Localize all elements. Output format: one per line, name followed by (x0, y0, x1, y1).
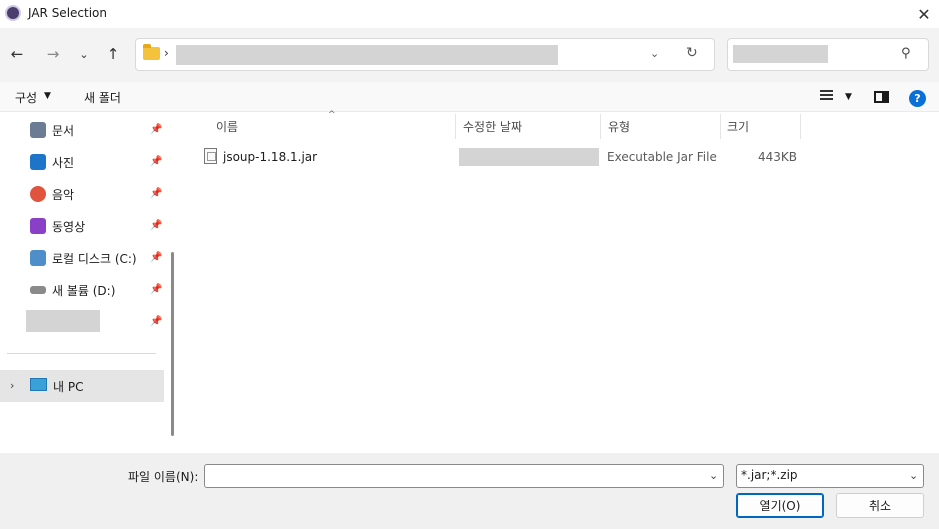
recent-locations-button[interactable]: ⌄ (71, 41, 97, 67)
column-separator[interactable] (720, 114, 721, 139)
sidebar-item-label: 내 PC (53, 380, 84, 394)
sidebar-item-videos[interactable]: 동영상 (30, 216, 85, 236)
pin-icon[interactable]: 📌 (150, 220, 162, 231)
back-button[interactable]: ← (4, 41, 30, 67)
pictures-icon (30, 154, 46, 170)
redacted-modified-date (459, 148, 599, 166)
sidebar-scrollbar[interactable] (171, 252, 174, 436)
sidebar-item-label: 음악 (52, 187, 75, 202)
search-icon[interactable]: ⚲ (901, 46, 911, 61)
filename-field[interactable] (204, 464, 724, 488)
pin-icon[interactable]: 📌 (150, 188, 162, 199)
column-separator[interactable] (600, 114, 601, 139)
file-name[interactable]: jsoup-1.18.1.jar (223, 150, 317, 164)
app-icon (5, 5, 21, 21)
sidebar-item-label: 문서 (52, 123, 75, 138)
preview-pane-icon[interactable] (874, 91, 889, 103)
document-icon (30, 122, 46, 138)
pin-icon[interactable]: 📌 (150, 316, 162, 327)
column-header-size[interactable]: 크기 (727, 118, 749, 135)
folder-icon (143, 44, 160, 60)
video-icon (30, 218, 46, 234)
close-button[interactable]: ✕ (910, 1, 938, 27)
expand-chevron-icon[interactable]: › (10, 379, 14, 392)
help-icon[interactable]: ? (909, 90, 926, 107)
view-menu-icon[interactable] (820, 90, 833, 101)
sidebar-item-music[interactable]: 음악 (30, 184, 74, 204)
pin-icon[interactable]: 📌 (150, 284, 162, 295)
forward-button[interactable]: → (40, 41, 66, 67)
organize-caret-icon[interactable]: ▼ (44, 91, 51, 101)
sidebar-item-local-disk-c[interactable]: 로컬 디스크 (C:) (30, 248, 137, 268)
open-button[interactable]: 열기(O) (736, 493, 824, 518)
sidebar-item-pictures[interactable]: 사진 (30, 152, 74, 172)
cancel-button[interactable]: 취소 (836, 493, 924, 518)
file-type: Executable Jar File (607, 150, 717, 164)
redacted-path (176, 45, 558, 65)
file-size: 443KB (758, 150, 798, 164)
jar-file-icon[interactable] (204, 148, 217, 164)
sidebar-divider (7, 353, 156, 354)
pin-icon[interactable]: 📌 (150, 124, 162, 135)
view-caret-icon[interactable]: ▼ (845, 92, 852, 102)
music-icon (30, 186, 46, 202)
redacted-search-text (733, 45, 828, 63)
new-folder-button[interactable]: 새 폴더 (84, 89, 121, 106)
pin-icon[interactable]: 📌 (150, 156, 162, 167)
sidebar-item-label: 새 볼륨 (D:) (52, 283, 116, 298)
sidebar-item-label: 로컬 디스크 (C:) (52, 251, 137, 266)
file-type-filter-value: *.jar;*.zip (741, 468, 798, 482)
column-separator[interactable] (455, 114, 456, 139)
column-header-modified[interactable]: 수정한 날짜 (463, 118, 522, 135)
pin-icon[interactable]: 📌 (150, 252, 162, 263)
sidebar-item-label: 사진 (52, 155, 75, 170)
column-header-name[interactable]: 이름 (216, 118, 238, 135)
computer-icon (30, 378, 47, 391)
command-bar (0, 82, 939, 112)
column-separator[interactable] (800, 114, 801, 139)
sidebar-item-volume-d[interactable]: 새 볼륨 (D:) (30, 280, 115, 300)
filter-dropdown-icon[interactable]: ⌄ (909, 469, 918, 482)
filename-label: 파일 이름(N): (128, 470, 199, 484)
redacted-sidebar-item[interactable] (26, 310, 100, 332)
sidebar-item-label: 동영상 (52, 219, 86, 234)
title-bar (0, 0, 939, 28)
up-button[interactable]: ↑ (100, 41, 126, 67)
address-dropdown-icon[interactable]: ⌄ (650, 47, 659, 60)
organize-button[interactable]: 구성 (15, 89, 37, 106)
column-header-type[interactable]: 유형 (608, 118, 630, 135)
filename-dropdown-icon[interactable]: ⌄ (709, 469, 718, 482)
sidebar-item-documents[interactable]: 문서 (30, 120, 74, 140)
refresh-icon[interactable]: ↻ (686, 45, 698, 61)
breadcrumb-separator[interactable]: › (164, 46, 169, 60)
drive-icon (30, 286, 46, 294)
local-disk-icon (30, 250, 46, 266)
window-title: JAR Selection (28, 6, 107, 20)
sort-ascending-icon: ^ (328, 110, 336, 120)
